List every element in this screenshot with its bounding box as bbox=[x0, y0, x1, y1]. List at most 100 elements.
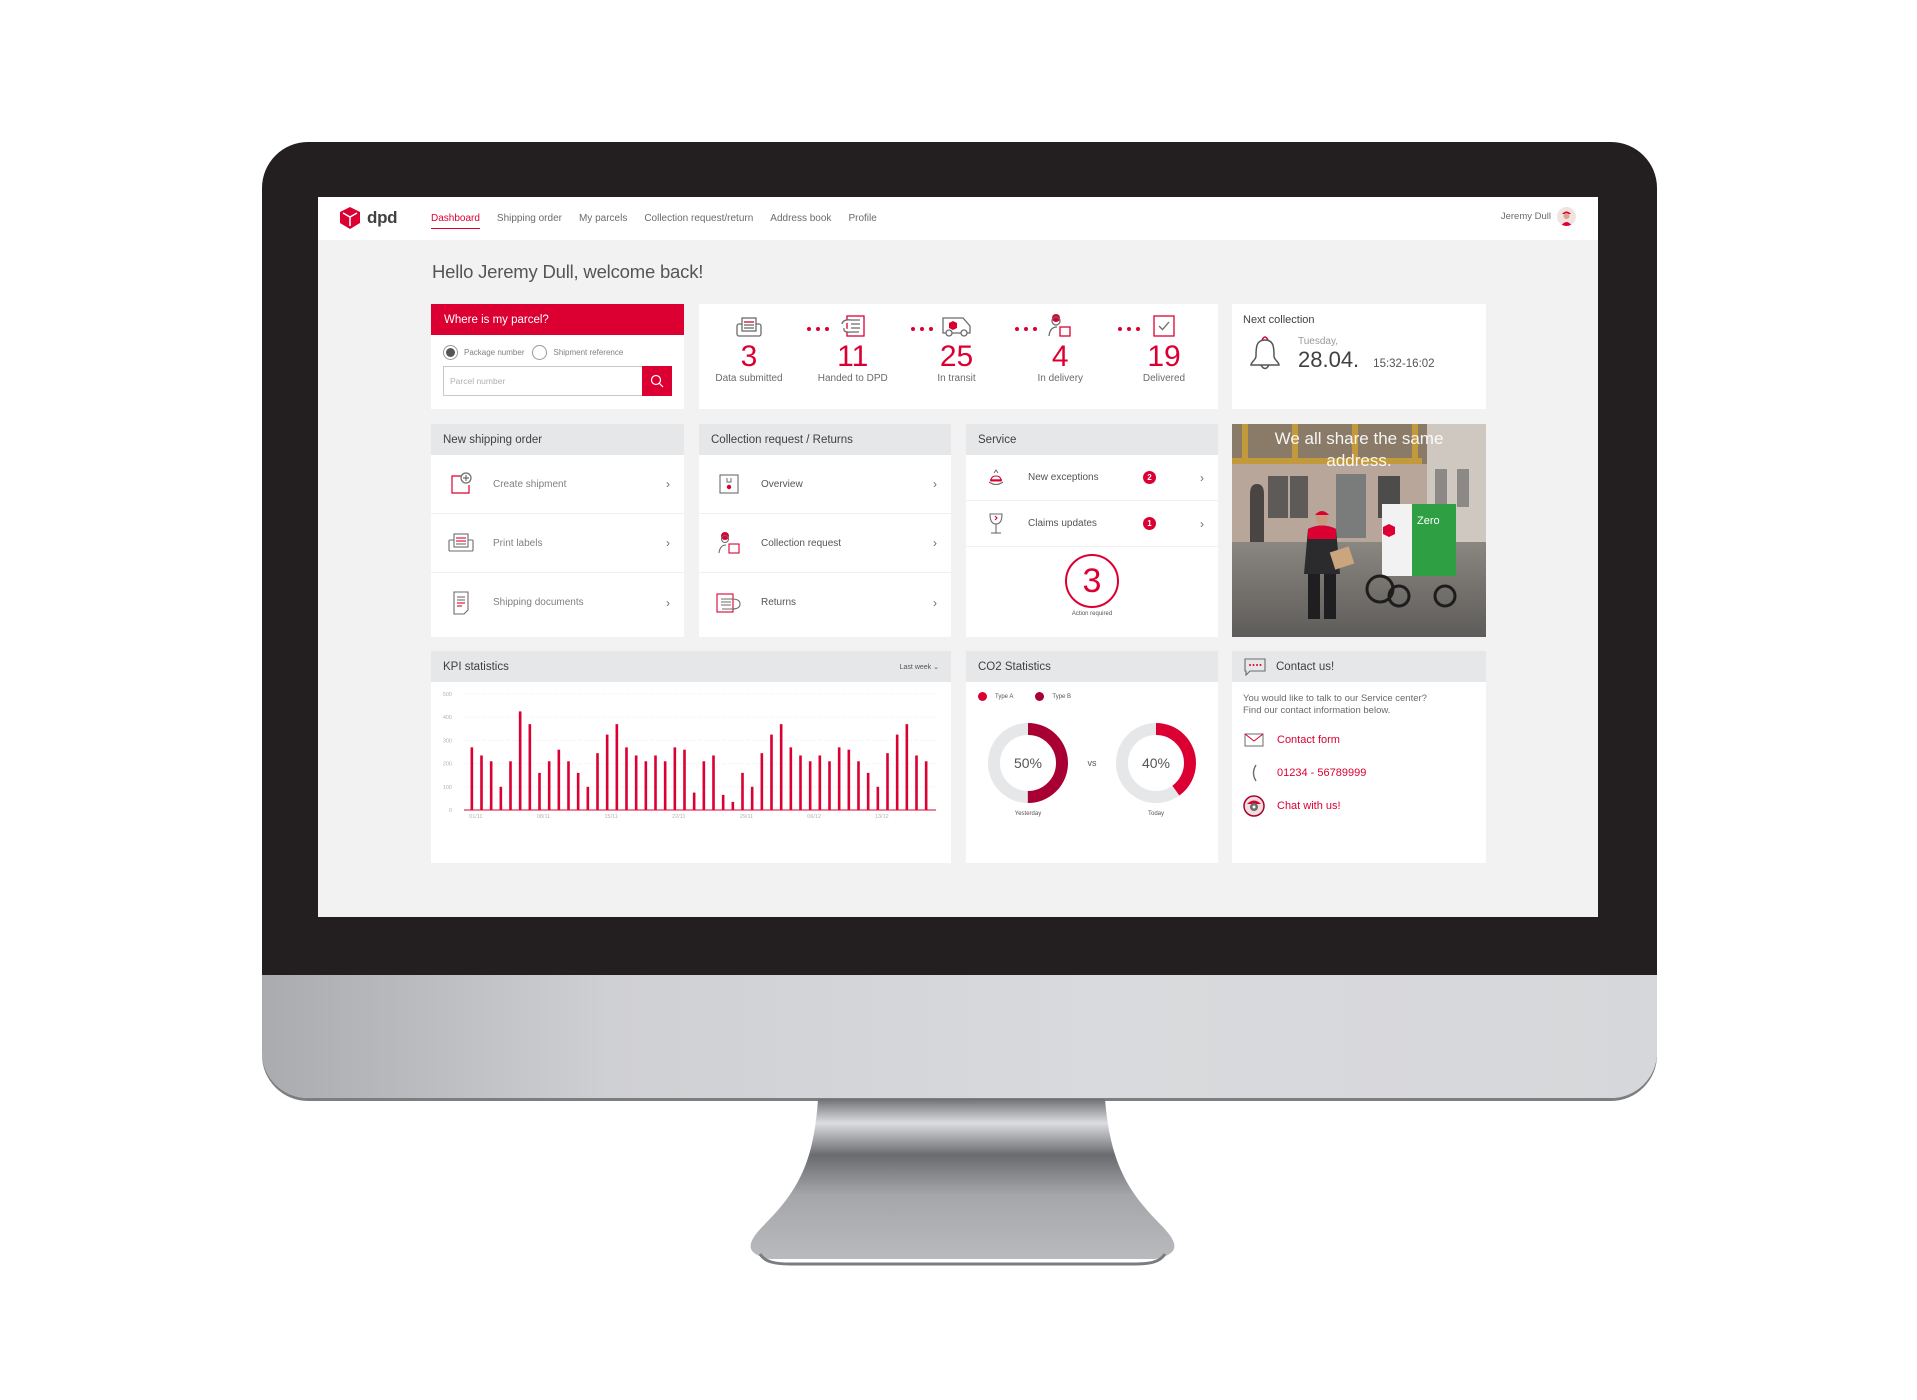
bar bbox=[528, 724, 532, 810]
list-item-new-exceptions[interactable]: New exceptions 2 › bbox=[966, 455, 1218, 501]
radio-package-number[interactable]: Package number bbox=[443, 345, 524, 360]
nav-item-my-parcels[interactable]: My parcels bbox=[579, 197, 627, 240]
donut-chart: 50% bbox=[988, 723, 1068, 803]
card-title: CO2 Statistics bbox=[978, 660, 1051, 673]
contact-link-label: Chat with us! bbox=[1277, 799, 1341, 812]
bar bbox=[847, 749, 851, 810]
contact-intro-line-2: Find our contact information below. bbox=[1243, 705, 1391, 716]
status-label: Delivered bbox=[1142, 373, 1186, 384]
shipping-order-card: New shipping order Create shipment › Pri… bbox=[431, 424, 684, 637]
bar bbox=[576, 772, 580, 810]
list-item-label: Returns bbox=[761, 597, 797, 608]
bar bbox=[702, 761, 706, 810]
status-step-delivered[interactable]: 19 Delivered bbox=[1124, 312, 1204, 384]
collection-returns-card: Collection request / Returns Overview › bbox=[699, 424, 951, 637]
radio-shipment-reference[interactable]: Shipment reference bbox=[532, 345, 623, 360]
collection-day: Tuesday, bbox=[1298, 335, 1339, 347]
x-tick-label: 22/11 bbox=[672, 814, 685, 820]
bar bbox=[615, 724, 619, 810]
nav-item-dashboard[interactable]: Dashboard bbox=[431, 197, 480, 240]
avatar[interactable] bbox=[1557, 207, 1576, 226]
nav-item-profile[interactable]: Profile bbox=[848, 197, 876, 240]
status-label: Handed to DPD bbox=[817, 373, 888, 384]
list-item-claims-updates[interactable]: Claims updates 1 › bbox=[966, 501, 1218, 547]
contact-intro: You would like to talk to our Service ce… bbox=[1232, 682, 1486, 717]
contact-card: Contact us! You would like to talk to ou… bbox=[1232, 651, 1486, 863]
kpi-bar-chart: 0 100 200 300 400 500 01/11 08/11 15/11 22/11 29/1… bbox=[443, 692, 936, 820]
chevron-right-icon: › bbox=[666, 536, 670, 550]
bar bbox=[876, 786, 880, 810]
status-step-handed-to-dpd[interactable]: 11 Handed to DPD bbox=[813, 312, 933, 384]
card-title: KPI statistics bbox=[443, 660, 509, 673]
search-icon bbox=[650, 374, 664, 388]
screen: dpd Dashboard Shipping order My parcels … bbox=[318, 197, 1598, 917]
list-item-collection-request[interactable]: Collection request › bbox=[699, 514, 951, 573]
range-dropdown[interactable]: Last week ⌄ bbox=[900, 663, 939, 671]
card-title: Contact us! bbox=[1276, 660, 1335, 673]
dpd-logo[interactable]: dpd bbox=[340, 207, 398, 229]
courier-icon bbox=[1048, 314, 1071, 337]
bar bbox=[886, 753, 889, 810]
nav-item-shipping-order[interactable]: Shipping order bbox=[497, 197, 562, 240]
nav-item-collection-request[interactable]: Collection request/return bbox=[644, 197, 753, 240]
user-avatar-icon bbox=[1557, 207, 1576, 226]
radio-selected-indicator[interactable] bbox=[443, 345, 458, 360]
bar bbox=[828, 761, 831, 810]
radio-indicator[interactable] bbox=[532, 345, 548, 360]
nav-item-address-book[interactable]: Address book bbox=[770, 197, 831, 240]
list-item-label: Claims updates bbox=[1028, 518, 1097, 529]
parcel-status-card: 3 Data submitted 11 Handed to DPD 25 In … bbox=[699, 304, 1218, 409]
bar bbox=[673, 747, 677, 810]
list-item-shipping-documents[interactable]: Shipping documents › bbox=[431, 573, 684, 632]
contact-intro-line-1: You would like to talk to our Service ce… bbox=[1243, 693, 1427, 704]
user-menu[interactable]: Jeremy Dull bbox=[1501, 207, 1576, 226]
list-item-returns[interactable]: Returns › bbox=[699, 573, 951, 632]
status-label: In transit bbox=[937, 373, 976, 384]
search-type-options: Package number Shipment reference bbox=[431, 335, 684, 366]
printer-icon bbox=[448, 533, 474, 552]
action-required-summary[interactable]: 3 Action required bbox=[966, 547, 1218, 617]
bar bbox=[895, 734, 899, 810]
brand-name: dpd bbox=[367, 208, 398, 227]
next-collection-card[interactable]: Next collection Tuesday, 28.04. 15:32-16… bbox=[1232, 304, 1486, 409]
parcel-status-tracker: 3 Data submitted 11 Handed to DPD 25 In … bbox=[699, 304, 1218, 384]
service-card: Service New exceptions 2 › Claims update… bbox=[966, 424, 1218, 637]
bar bbox=[605, 734, 609, 810]
promo-banner[interactable]: Zero We all share the same address. bbox=[1232, 424, 1486, 637]
status-count: 25 bbox=[939, 340, 974, 373]
status-count: 11 bbox=[837, 340, 869, 373]
status-step-in-delivery[interactable]: 4 In delivery bbox=[1020, 312, 1141, 384]
x-tick-label: 13/12 bbox=[875, 814, 889, 820]
status-step-data-submitted[interactable]: 3 Data submitted bbox=[709, 312, 829, 384]
card-title: Collection request / Returns bbox=[711, 433, 853, 446]
bar bbox=[547, 761, 551, 810]
list-item-create-shipment[interactable]: Create shipment › bbox=[431, 455, 684, 514]
parcel-box-icon bbox=[719, 474, 739, 494]
list-item-print-labels[interactable]: Print labels › bbox=[431, 514, 684, 573]
status-step-in-transit[interactable]: 25 In transit bbox=[917, 312, 1037, 384]
parcel-number-input[interactable] bbox=[443, 366, 642, 396]
card-title: Service bbox=[978, 433, 1017, 446]
card-header: CO2 Statistics bbox=[966, 651, 1218, 682]
donut-value-label: 40% bbox=[1142, 755, 1170, 771]
bar bbox=[538, 772, 541, 810]
kpi-statistics-card: KPI statistics Last week ⌄ 0 100 200 300 400… bbox=[431, 651, 951, 863]
x-tick-label: 01/11 bbox=[469, 814, 482, 820]
chat-link[interactable]: Chat with us! bbox=[1232, 789, 1486, 822]
top-navigation: dpd Dashboard Shipping order My parcels … bbox=[318, 197, 1598, 240]
contact-form-link[interactable]: Contact form bbox=[1232, 723, 1486, 756]
bar bbox=[789, 747, 793, 810]
bar bbox=[663, 761, 667, 810]
bar bbox=[509, 761, 512, 810]
contact-link-label: Contact form bbox=[1277, 733, 1340, 746]
x-tick-label: 06/12 bbox=[807, 814, 821, 820]
envelope-icon bbox=[1244, 733, 1264, 746]
phone-link[interactable]: 01234 - 56789999 bbox=[1232, 756, 1486, 789]
co2-donuts: 50% Yesterday vs 40% Today bbox=[966, 701, 1218, 817]
donut-today: 40% Today bbox=[1114, 721, 1198, 817]
bar bbox=[915, 755, 918, 810]
list-item-overview[interactable]: Overview › bbox=[699, 455, 951, 514]
parcel-search-field bbox=[443, 366, 672, 396]
search-button[interactable] bbox=[642, 366, 672, 396]
create-shipment-icon bbox=[451, 472, 472, 494]
